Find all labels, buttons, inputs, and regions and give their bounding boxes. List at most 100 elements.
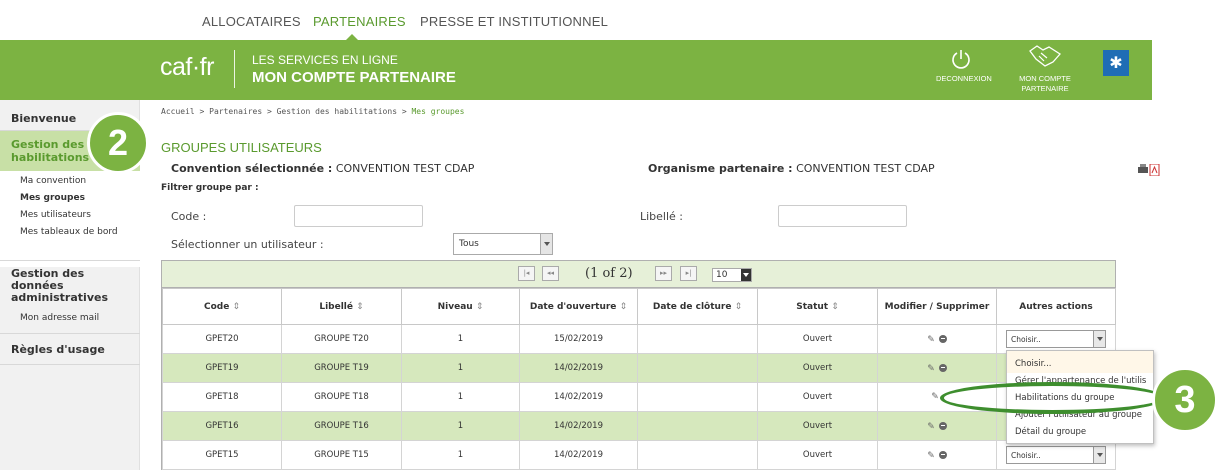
cell-ouverture: 14/02/2019 bbox=[519, 382, 638, 412]
power-icon bbox=[952, 50, 970, 69]
cell-statut: Ouvert bbox=[757, 440, 878, 470]
prev-page-button[interactable]: ◂◂ bbox=[542, 266, 559, 281]
cell-libelle: GROUPE T15 bbox=[281, 440, 402, 470]
cell-libelle: GROUPE T16 bbox=[281, 411, 402, 441]
edit-icon[interactable]: ✎ bbox=[927, 451, 939, 461]
cell-code: GPET18 bbox=[162, 382, 282, 412]
rows-per-page-value: 10 bbox=[716, 270, 728, 280]
col-libelle[interactable]: Libellé ⇕ bbox=[281, 288, 402, 325]
account-button[interactable]: MON COMPTE PARTENAIRE bbox=[1015, 42, 1075, 94]
sidebar-item-ma-convention[interactable]: Ma convention bbox=[0, 176, 140, 186]
delete-icon[interactable] bbox=[938, 334, 947, 343]
chevron-down-icon bbox=[741, 269, 751, 281]
logo-divider bbox=[234, 50, 235, 88]
header-subtitle: LES SERVICES EN LIGNE bbox=[252, 53, 398, 67]
topnav-partenaires[interactable]: PARTENAIRES bbox=[313, 14, 406, 29]
col-statut[interactable]: Statut ⇕ bbox=[757, 288, 878, 325]
sort-icon: ⇕ bbox=[734, 301, 743, 312]
cell-niveau: 1 bbox=[401, 440, 520, 470]
filter-title: Filtrer groupe par : bbox=[161, 183, 259, 193]
cell-actions: ✎ bbox=[877, 353, 997, 383]
col-autres: Autres actions bbox=[996, 288, 1116, 325]
other-actions-value: Choisir.. bbox=[1011, 335, 1041, 344]
cell-libelle: GROUPE T18 bbox=[281, 382, 402, 412]
breadcrumb-current: Mes groupes bbox=[411, 107, 465, 116]
cell-code: GPET19 bbox=[162, 353, 282, 383]
chevron-down-icon bbox=[540, 234, 552, 254]
topnav-allocataires[interactable]: ALLOCATAIRES bbox=[202, 14, 301, 29]
breadcrumb: Accueil > Partenaires > Gestion des habi… bbox=[161, 107, 464, 116]
col-statut-label: Statut bbox=[796, 301, 829, 312]
cell-code: GPET20 bbox=[162, 324, 282, 354]
top-navigation: ALLOCATAIRES PARTENAIRES PRESSE ET INSTI… bbox=[0, 0, 1221, 40]
cell-ouverture: 14/02/2019 bbox=[519, 411, 638, 441]
convention-label: Convention sélectionnée : bbox=[171, 162, 333, 175]
convention-info: Convention sélectionnée : CONVENTION TES… bbox=[171, 162, 474, 175]
allocations-familiales-logo: ✱ bbox=[1103, 50, 1129, 76]
cell-code: GPET15 bbox=[162, 440, 282, 470]
table-header-row: Code ⇕ Libellé ⇕ Niveau ⇕ Date d'ouvertu… bbox=[162, 288, 1116, 325]
sidebar-item-mes-utilisateurs[interactable]: Mes utilisateurs bbox=[0, 210, 140, 220]
cell-actions: ✎ bbox=[877, 324, 997, 354]
cell-niveau: 1 bbox=[401, 411, 520, 441]
edit-icon[interactable]: ✎ bbox=[927, 422, 939, 432]
cell-statut: Ouvert bbox=[757, 324, 878, 354]
menu-item-choisir[interactable]: Choisir... bbox=[1015, 359, 1052, 369]
edit-icon[interactable]: ✎ bbox=[927, 335, 939, 345]
groups-table: |◂ ◂◂ (1 of 2) ▸▸ ▸| 10 Code ⇕ Libellé ⇕… bbox=[161, 260, 1116, 470]
next-page-button[interactable]: ▸▸ bbox=[655, 266, 672, 281]
table-row: GPET20 GROUPE T20 1 15/02/2019 Ouvert ✎ … bbox=[162, 324, 1116, 354]
organism-value: CONVENTION TEST CDAP bbox=[796, 162, 935, 175]
print-icon[interactable] bbox=[1138, 164, 1160, 176]
first-page-button[interactable]: |◂ bbox=[518, 266, 535, 281]
edit-icon[interactable]: ✎ bbox=[927, 364, 939, 374]
cell-other-actions: Choisir.. bbox=[996, 440, 1116, 470]
col-modifier-label: Modifier / Supprimer bbox=[884, 301, 990, 312]
cell-niveau: 1 bbox=[401, 324, 520, 354]
cell-cloture bbox=[637, 324, 758, 354]
user-select[interactable]: Tous bbox=[453, 233, 553, 255]
libelle-input[interactable] bbox=[778, 205, 907, 227]
sidebar-item-adresse-mail[interactable]: Mon adresse mail bbox=[0, 313, 140, 323]
logout-button[interactable]: DECONNEXION bbox=[936, 48, 992, 84]
cell-actions: ✎ bbox=[877, 411, 997, 441]
header-title: MON COMPTE PARTENAIRE bbox=[252, 69, 456, 86]
step-badge-2: 2 bbox=[87, 112, 149, 174]
cell-niveau: 1 bbox=[401, 353, 520, 383]
delete-icon[interactable] bbox=[938, 363, 947, 372]
breadcrumb-path[interactable]: Accueil > Partenaires > Gestion des habi… bbox=[161, 107, 411, 116]
step-badge-3: 3 bbox=[1152, 367, 1218, 433]
menu-item-detail[interactable]: Détail du groupe bbox=[1015, 427, 1086, 437]
sidebar-divider bbox=[0, 260, 140, 261]
cell-actions: ✎ bbox=[877, 440, 997, 470]
cell-statut: Ouvert bbox=[757, 382, 878, 412]
col-cloture[interactable]: Date de clôture ⇕ bbox=[637, 288, 758, 325]
sidebar-item-regles[interactable]: Règles d'usage bbox=[0, 343, 140, 356]
organism-info: Organisme partenaire : CONVENTION TEST C… bbox=[648, 162, 935, 175]
sidebar-item-mes-groupes[interactable]: Mes groupes bbox=[0, 193, 140, 203]
col-code[interactable]: Code ⇕ bbox=[162, 288, 282, 325]
cell-statut: Ouvert bbox=[757, 353, 878, 383]
code-input[interactable] bbox=[294, 205, 423, 227]
delete-icon[interactable] bbox=[938, 450, 947, 459]
sidebar-item-mes-tableaux[interactable]: Mes tableaux de bord bbox=[0, 227, 125, 238]
highlight-ellipse bbox=[940, 382, 1165, 414]
col-modifier: Modifier / Supprimer bbox=[877, 288, 997, 325]
site-header: caf·fr LES SERVICES EN LIGNE MON COMPTE … bbox=[0, 40, 1152, 100]
convention-value: CONVENTION TEST CDAP bbox=[335, 162, 475, 175]
table-row: GPET16 GROUPE T16 1 14/02/2019 Ouvert ✎ bbox=[162, 411, 1116, 441]
account-label-1: MON COMPTE bbox=[1019, 74, 1071, 83]
last-page-button[interactable]: ▸| bbox=[680, 266, 697, 281]
col-cloture-label: Date de clôture bbox=[652, 301, 732, 312]
col-ouverture[interactable]: Date d'ouverture ⇕ bbox=[519, 288, 638, 325]
rows-per-page-select[interactable]: 10 bbox=[712, 268, 752, 282]
caf-logo[interactable]: caf·fr bbox=[160, 53, 214, 82]
topnav-presse[interactable]: PRESSE ET INSTITUTIONNEL bbox=[420, 14, 608, 29]
col-autres-label: Autres actions bbox=[1019, 301, 1093, 312]
delete-icon[interactable] bbox=[938, 421, 947, 430]
other-actions-select[interactable]: Choisir.. bbox=[1006, 446, 1106, 464]
sidebar-item-gestion-donnees[interactable]: Gestion des données administratives bbox=[0, 268, 110, 304]
col-niveau[interactable]: Niveau ⇕ bbox=[401, 288, 520, 325]
other-actions-select[interactable]: Choisir.. bbox=[1006, 330, 1106, 348]
sidebar-divider bbox=[0, 333, 140, 334]
